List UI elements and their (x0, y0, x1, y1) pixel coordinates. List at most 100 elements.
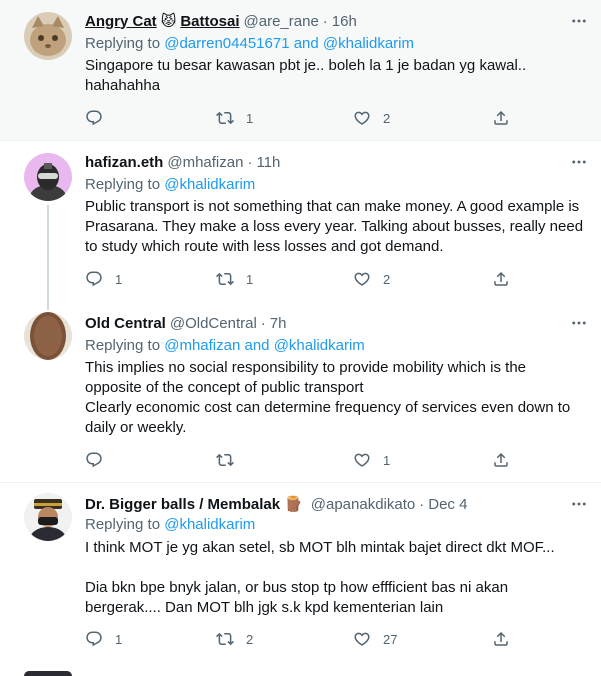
tweet-actions: 1 1 2 (85, 269, 525, 289)
timestamp[interactable]: 7h (270, 315, 287, 332)
tweet-text: Singapore tu besar kawasan pbt je.. bole… (85, 56, 590, 96)
reply-icon (85, 451, 103, 469)
replying-to: Replying to @khalidkarim (85, 516, 255, 533)
tweet-line: daily or weekly. (85, 419, 187, 436)
tweet-header: Dr. Bigger balls / Membalak 🪵 @apanakdik… (85, 493, 589, 515)
share-button[interactable] (492, 629, 510, 649)
reply-icon (85, 109, 103, 127)
separator: · (322, 12, 328, 30)
mention-link[interactable]: @khalidkarim (164, 516, 255, 533)
reply-button[interactable] (85, 108, 115, 128)
user-handle[interactable]: @OldCentral (170, 315, 257, 332)
heart-icon (353, 270, 371, 288)
mention-link[interactable]: @khalidkarim (164, 176, 255, 193)
replying-to: Replying to @darren04451671 and @khalidk… (85, 35, 414, 52)
reply-button[interactable] (85, 450, 115, 470)
more-options-button[interactable] (569, 151, 589, 173)
more-options-button[interactable] (569, 312, 589, 334)
tweet[interactable]: Old Central @OldCentral · 7h Replying to… (0, 302, 601, 483)
like-count: 2 (383, 110, 391, 126)
retweet-button[interactable]: 1 (216, 269, 253, 289)
timestamp[interactable]: Dec 4 (428, 496, 467, 513)
separator: · (260, 314, 266, 332)
reply-icon (85, 630, 103, 648)
replying-label: Replying to (85, 176, 161, 193)
avatar[interactable] (24, 312, 72, 360)
retweet-button[interactable]: 1 (216, 108, 253, 128)
like-button[interactable]: 27 (353, 629, 397, 649)
retweet-icon (216, 451, 234, 469)
heart-icon (353, 630, 371, 648)
tweet-header: hafizan.eth @mhafizan · 11h (85, 151, 589, 173)
share-icon (492, 109, 510, 127)
retweet-button[interactable] (216, 450, 246, 470)
avatar[interactable] (24, 12, 72, 60)
reply-button[interactable]: 1 (85, 269, 122, 289)
mention-link[interactable]: @khalidkarim (323, 35, 414, 52)
more-icon (570, 314, 588, 332)
share-button[interactable] (492, 269, 510, 289)
timestamp[interactable]: 16h (332, 13, 357, 30)
like-button[interactable]: 2 (353, 108, 390, 128)
share-icon (492, 451, 510, 469)
replying-label: Replying to (85, 337, 161, 354)
tweet-header: Old Central @OldCentral · 7h (85, 312, 589, 334)
more-icon (570, 12, 588, 30)
like-count: 1 (383, 452, 391, 468)
reply-count: 1 (115, 631, 123, 647)
retweet-count: 2 (246, 631, 254, 647)
like-button[interactable]: 2 (353, 269, 390, 289)
reply-count: 1 (115, 271, 123, 287)
separator: · (247, 153, 253, 171)
tweet-line: Prasarana. They make a loss every year. … (85, 218, 584, 235)
reply-button[interactable]: 1 (85, 629, 122, 649)
replying-to: Replying to @khalidkarim (85, 176, 255, 193)
heart-icon (353, 109, 371, 127)
display-name[interactable]: Old Central (85, 315, 166, 332)
tweet-line: Clearly economic cost can determine freq… (85, 399, 571, 416)
replying-label: Replying to (85, 516, 161, 533)
angry-cat-emoji: 😾 (160, 13, 177, 30)
tweet[interactable]: Angry Cat 😾 Battosai @are_rane · 16h Rep… (0, 0, 601, 141)
tweet-header: Angry Cat 😾 Battosai @are_rane · 16h (85, 10, 589, 32)
tweet[interactable]: Dr. Bigger balls / Membalak 🪵 @apanakdik… (0, 483, 601, 676)
tweet-text: Public transport is not something that c… (85, 197, 590, 257)
replying-label: Replying to (85, 35, 161, 52)
tweet-line: hahahahha (85, 77, 161, 94)
display-name[interactable]: Dr. Bigger balls / Membalak (85, 496, 280, 513)
share-button[interactable] (492, 450, 510, 470)
tweet-line: to study which route with less losses an… (85, 238, 444, 255)
retweet-count: 1 (246, 271, 254, 287)
more-options-button[interactable] (569, 10, 589, 32)
like-button[interactable]: 1 (353, 450, 390, 470)
retweet-icon (216, 109, 234, 127)
avatar[interactable] (24, 493, 72, 541)
user-handle[interactable]: @apanakdikato (311, 496, 415, 513)
more-options-button[interactable] (569, 493, 589, 515)
share-icon (492, 270, 510, 288)
display-name[interactable]: Angry Cat (85, 13, 157, 30)
user-handle[interactable]: @are_rane (244, 13, 319, 30)
tweet[interactable]: hafizan.eth @mhafizan · 11h Replying to … (0, 141, 601, 310)
mention-link[interactable]: @mhafizan (164, 337, 240, 354)
retweet-count: 1 (246, 110, 254, 126)
timestamp[interactable]: 11h (256, 154, 280, 171)
display-name[interactable]: hafizan.eth (85, 154, 163, 171)
heart-icon (353, 451, 371, 469)
mention-and: and (293, 35, 319, 52)
tweet-line: bergerak.... Dan MOT blh jgk s.k kpd kem… (85, 599, 444, 616)
display-name-suffix[interactable]: Battosai (180, 13, 239, 30)
tweet-line: This implies no social responsibility to… (85, 359, 527, 376)
user-handle[interactable]: @mhafizan (167, 154, 243, 171)
avatar[interactable] (24, 153, 72, 201)
mention-link[interactable]: @darren04451671 (164, 35, 289, 52)
retweet-icon (216, 270, 234, 288)
retweet-button[interactable]: 2 (216, 629, 253, 649)
tweet-actions: 1 (85, 450, 525, 470)
separator: · (419, 495, 425, 513)
next-avatar-partial[interactable] (24, 671, 72, 676)
tweet-line: Dia bkn bpe bnyk jalan, or bus stop tp h… (85, 579, 509, 596)
share-button[interactable] (492, 108, 510, 128)
mention-link[interactable]: @khalidkarim (274, 337, 365, 354)
tweet-line: Public transport is not something that c… (85, 198, 580, 215)
